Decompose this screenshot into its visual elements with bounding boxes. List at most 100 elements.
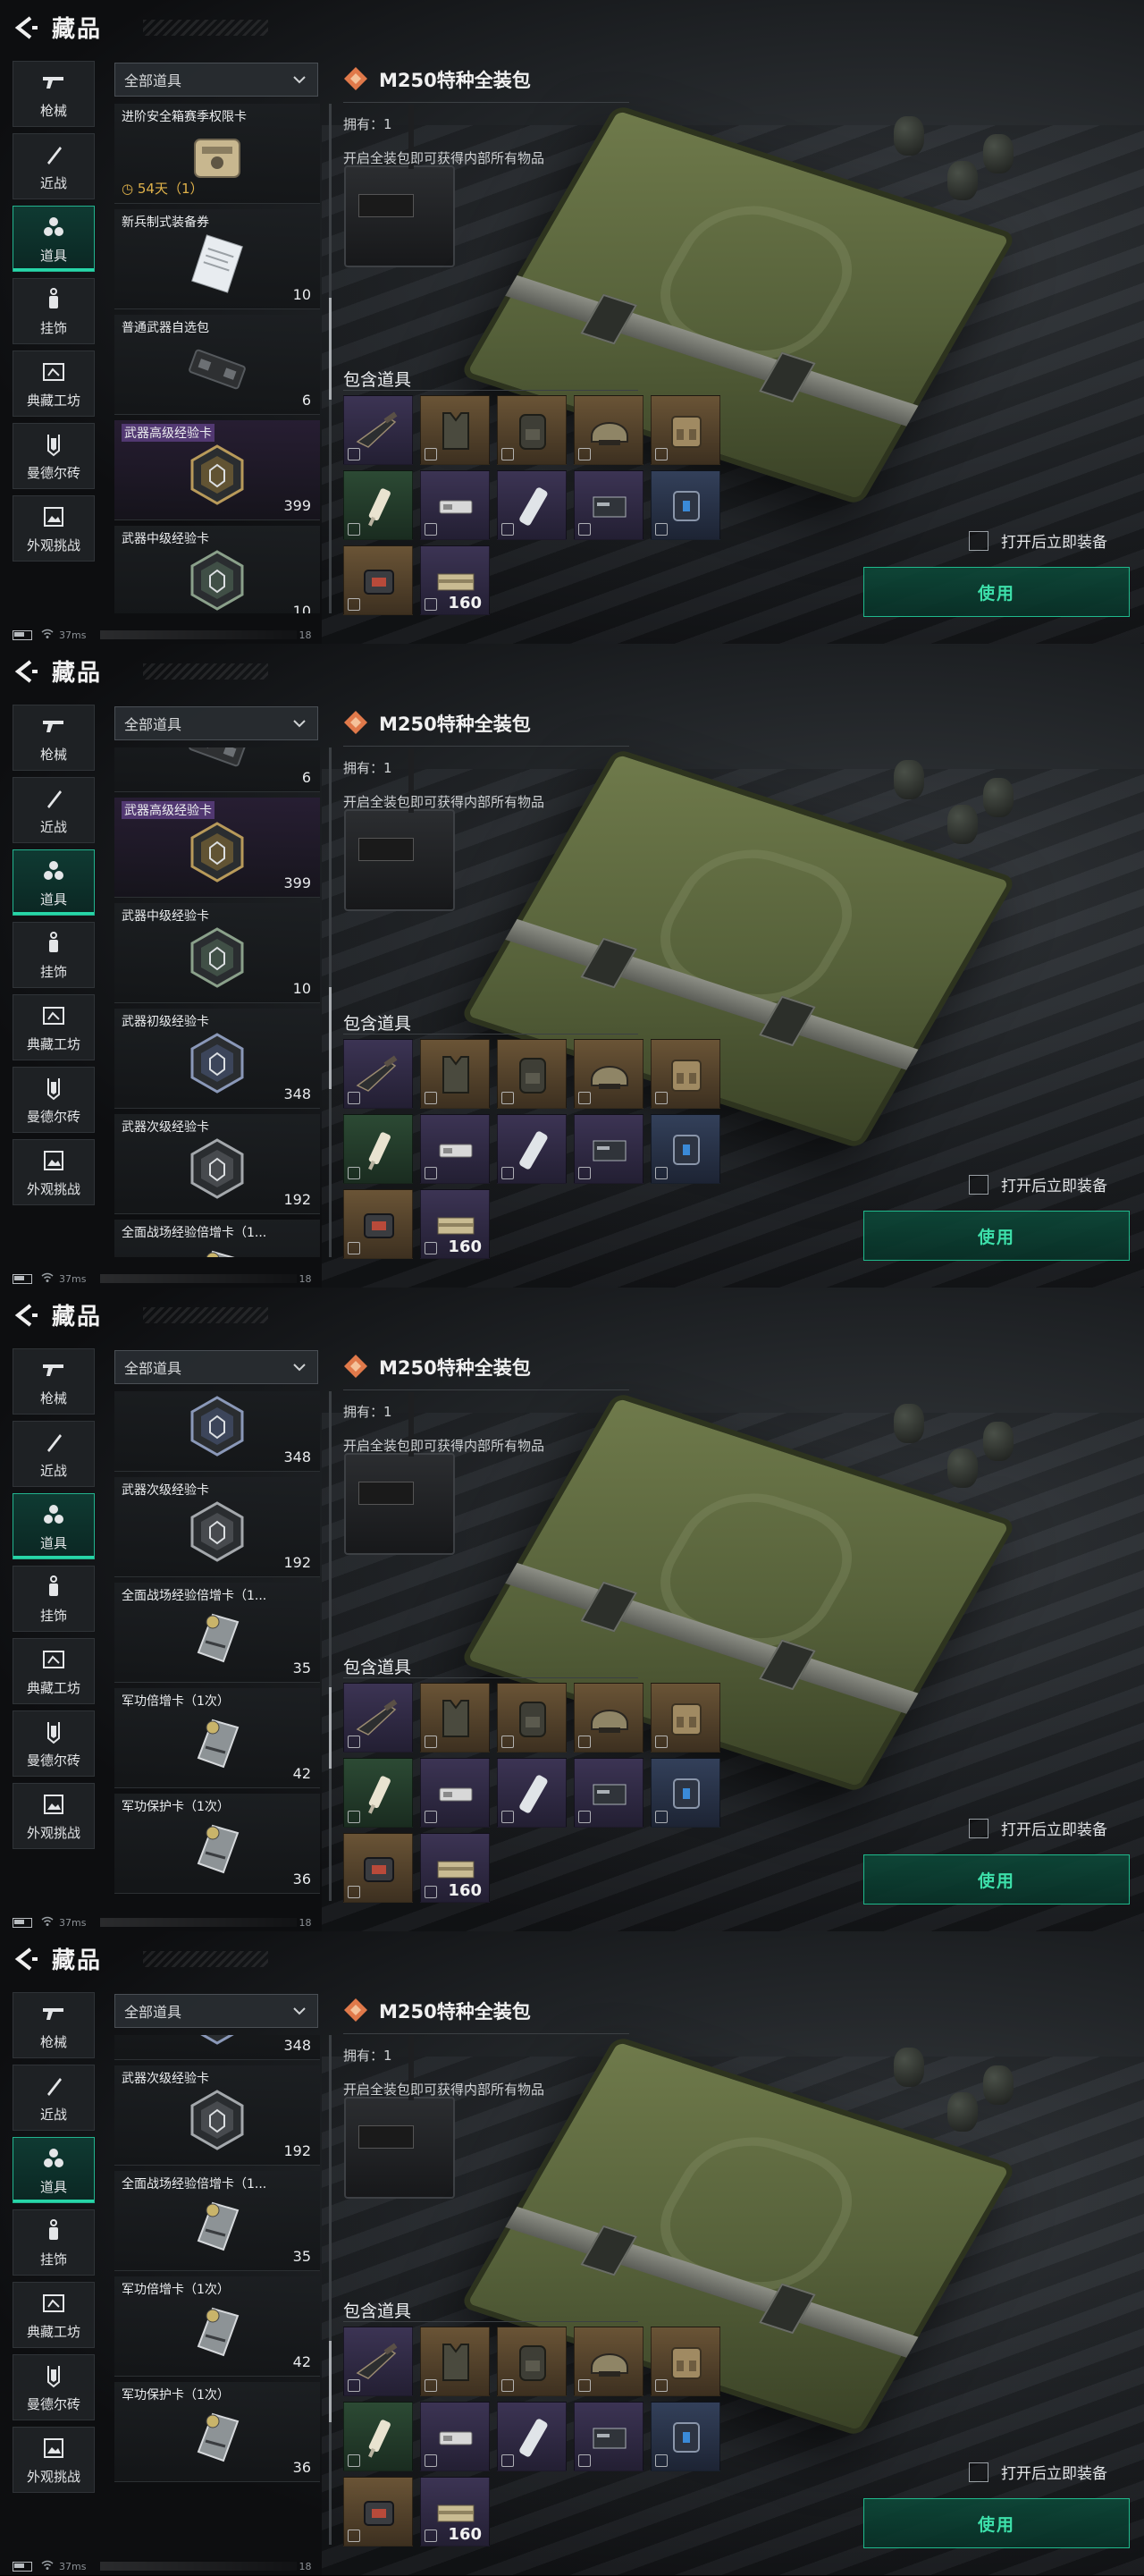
nav-item-3[interactable]: 挂饰 bbox=[13, 2209, 95, 2276]
auto-equip-checkbox[interactable] bbox=[969, 1174, 988, 1195]
filter-dropdown[interactable]: 全部道具 bbox=[114, 63, 318, 97]
auto-equip-option[interactable]: 打开后立即装备 bbox=[969, 1817, 1107, 1839]
list-item[interactable]: 进阶安全箱赛季权限卡 ◷ 54天（1） bbox=[114, 104, 320, 204]
filter-dropdown[interactable]: 全部道具 bbox=[114, 706, 318, 740]
content-slot[interactable]: 160 bbox=[420, 545, 490, 615]
content-slot[interactable] bbox=[420, 2402, 490, 2471]
content-slot[interactable] bbox=[651, 395, 720, 465]
list-item[interactable]: 武器初级经验卡 348 bbox=[114, 1391, 320, 1472]
content-slot[interactable] bbox=[497, 1683, 567, 1753]
list-item[interactable]: 军功保护卡（1次） 36 bbox=[114, 2382, 320, 2482]
auto-equip-checkbox[interactable] bbox=[969, 1818, 988, 1838]
list-item[interactable]: 全面战场经验倍增卡（1... bbox=[114, 1220, 320, 1257]
content-slot[interactable] bbox=[574, 1039, 644, 1109]
content-slot[interactable] bbox=[651, 1758, 720, 1828]
nav-item-2[interactable]: 道具 bbox=[13, 849, 95, 916]
list-item[interactable]: 武器次级经验卡 192 bbox=[114, 2065, 320, 2166]
nav-item-1[interactable]: 近战 bbox=[13, 1421, 95, 1487]
content-slot[interactable] bbox=[651, 1683, 720, 1753]
back-arrow-icon[interactable] bbox=[13, 658, 39, 685]
use-button[interactable]: 使用 bbox=[863, 1854, 1130, 1905]
content-slot[interactable]: 160 bbox=[420, 1833, 490, 1903]
nav-item-6[interactable]: 外观挑战 bbox=[13, 495, 95, 562]
content-slot[interactable] bbox=[420, 1683, 490, 1753]
list-item[interactable]: 军功保护卡（1次） 36 bbox=[114, 1794, 320, 1894]
nav-item-4[interactable]: 典藏工坊 bbox=[13, 2282, 95, 2348]
content-slot[interactable] bbox=[574, 1758, 644, 1828]
nav-item-5[interactable]: 曼德尔砖 bbox=[13, 1710, 95, 1777]
content-slot[interactable]: 160 bbox=[420, 1189, 490, 1259]
list-item[interactable]: 军功倍增卡（1次） 42 bbox=[114, 1688, 320, 1788]
content-slot[interactable] bbox=[651, 1039, 720, 1109]
list-item[interactable]: 武器次级经验卡 192 bbox=[114, 1477, 320, 1577]
content-slot[interactable]: 160 bbox=[420, 2477, 490, 2546]
content-slot[interactable] bbox=[497, 2402, 567, 2471]
nav-item-4[interactable]: 典藏工坊 bbox=[13, 351, 95, 417]
nav-item-1[interactable]: 近战 bbox=[13, 133, 95, 199]
nav-item-0[interactable]: 枪械 bbox=[13, 705, 95, 771]
list-item[interactable]: 武器次级经验卡 192 bbox=[114, 1114, 320, 1214]
content-slot[interactable] bbox=[343, 2402, 413, 2471]
nav-item-6[interactable]: 外观挑战 bbox=[13, 2427, 95, 2493]
back-arrow-icon[interactable] bbox=[13, 14, 39, 41]
use-button[interactable]: 使用 bbox=[863, 567, 1130, 617]
item-list[interactable]: 武器初级经验卡 348 武器次级经验卡 192 全面战场经验倍增卡（1... 3… bbox=[114, 1391, 320, 1901]
nav-item-5[interactable]: 曼德尔砖 bbox=[13, 1067, 95, 1133]
nav-item-0[interactable]: 枪械 bbox=[13, 1348, 95, 1415]
content-slot[interactable] bbox=[574, 1114, 644, 1184]
list-item[interactable]: 6 bbox=[114, 747, 320, 792]
content-slot[interactable] bbox=[574, 2402, 644, 2471]
content-slot[interactable] bbox=[497, 1114, 567, 1184]
content-slot[interactable] bbox=[497, 395, 567, 465]
content-slot[interactable] bbox=[497, 470, 567, 540]
content-slot[interactable] bbox=[343, 2327, 413, 2396]
content-slot[interactable] bbox=[343, 2477, 413, 2546]
list-item[interactable]: 武器高级经验卡 399 bbox=[114, 798, 320, 898]
filter-dropdown[interactable]: 全部道具 bbox=[114, 1994, 318, 2028]
list-item[interactable]: 348 bbox=[114, 2035, 320, 2060]
auto-equip-option[interactable]: 打开后立即装备 bbox=[969, 2461, 1107, 2483]
list-scrollbar[interactable] bbox=[329, 1391, 332, 1901]
use-button[interactable]: 使用 bbox=[863, 2498, 1130, 2548]
list-item[interactable]: 武器中级经验卡 10 bbox=[114, 903, 320, 1003]
content-slot[interactable] bbox=[343, 1683, 413, 1753]
content-slot[interactable] bbox=[343, 1189, 413, 1259]
nav-item-2[interactable]: 道具 bbox=[13, 2137, 95, 2203]
nav-item-2[interactable]: 道具 bbox=[13, 206, 95, 272]
content-slot[interactable] bbox=[497, 1758, 567, 1828]
list-item[interactable]: 武器中级经验卡 10 bbox=[114, 526, 320, 613]
content-slot[interactable] bbox=[343, 1833, 413, 1903]
nav-item-0[interactable]: 枪械 bbox=[13, 1992, 95, 2058]
list-scrollbar[interactable] bbox=[329, 2035, 332, 2545]
content-slot[interactable] bbox=[343, 1758, 413, 1828]
content-slot[interactable] bbox=[420, 1114, 490, 1184]
auto-equip-checkbox[interactable] bbox=[969, 530, 988, 551]
list-item[interactable]: 武器初级经验卡 348 bbox=[114, 1009, 320, 1109]
content-slot[interactable] bbox=[420, 395, 490, 465]
item-list[interactable]: 进阶安全箱赛季权限卡 ◷ 54天（1） 新兵制式装备券 10 普通武器自选包 6… bbox=[114, 104, 320, 613]
list-item[interactable]: 军功倍增卡（1次） 42 bbox=[114, 2276, 320, 2377]
nav-item-6[interactable]: 外观挑战 bbox=[13, 1139, 95, 1205]
content-slot[interactable] bbox=[420, 470, 490, 540]
content-slot[interactable] bbox=[574, 2327, 644, 2396]
nav-item-6[interactable]: 外观挑战 bbox=[13, 1783, 95, 1849]
nav-item-5[interactable]: 曼德尔砖 bbox=[13, 423, 95, 489]
content-slot[interactable] bbox=[343, 545, 413, 615]
list-item[interactable]: 全面战场经验倍增卡（1... 35 bbox=[114, 2171, 320, 2271]
auto-equip-option[interactable]: 打开后立即装备 bbox=[969, 1173, 1107, 1195]
content-slot[interactable] bbox=[574, 470, 644, 540]
use-button[interactable]: 使用 bbox=[863, 1211, 1130, 1261]
content-slot[interactable] bbox=[420, 1758, 490, 1828]
list-item[interactable]: 新兵制式装备券 10 bbox=[114, 209, 320, 309]
nav-item-1[interactable]: 近战 bbox=[13, 777, 95, 843]
content-slot[interactable] bbox=[651, 2327, 720, 2396]
auto-equip-option[interactable]: 打开后立即装备 bbox=[969, 529, 1107, 552]
back-arrow-icon[interactable] bbox=[13, 1302, 39, 1329]
content-slot[interactable] bbox=[420, 1039, 490, 1109]
nav-item-4[interactable]: 典藏工坊 bbox=[13, 1638, 95, 1704]
nav-item-3[interactable]: 挂饰 bbox=[13, 1566, 95, 1632]
content-slot[interactable] bbox=[343, 470, 413, 540]
back-arrow-icon[interactable] bbox=[13, 1946, 39, 1972]
content-slot[interactable] bbox=[574, 1683, 644, 1753]
list-item[interactable]: 全面战场经验倍增卡（1... 35 bbox=[114, 1583, 320, 1683]
